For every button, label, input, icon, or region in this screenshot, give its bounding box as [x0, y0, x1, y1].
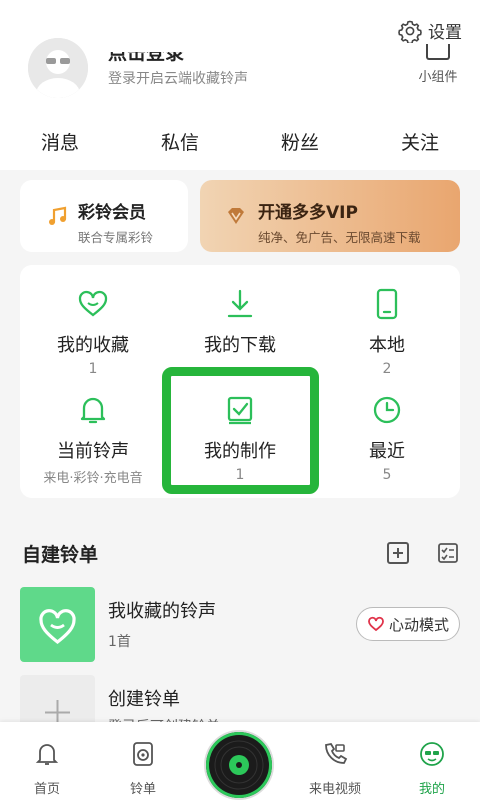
grid-count: 2 — [382, 361, 392, 377]
highlight-box — [162, 367, 319, 494]
clock-icon — [373, 396, 401, 424]
widget-label: 小组件 — [418, 70, 458, 85]
bell-icon — [80, 397, 106, 424]
checklist-icon — [438, 543, 458, 563]
playlist-title[interactable]: 我收藏的铃声 — [108, 597, 216, 623]
tab-home[interactable]: 首页 — [12, 740, 82, 797]
settings-label: 设置 — [428, 23, 462, 43]
member-subtitle: 联合专属彩铃 — [78, 230, 154, 245]
add-playlist-icon[interactable] — [387, 542, 409, 564]
gear-icon — [398, 20, 422, 43]
playlist-count: 1首 — [108, 634, 131, 650]
manage-playlist-icon[interactable] — [437, 542, 459, 564]
vip-card[interactable]: 开通多多VIP 纯净、免广告、无限高速下载 — [200, 180, 460, 252]
avatar[interactable] — [28, 38, 88, 98]
settings-button[interactable]: 设置 — [398, 18, 462, 43]
ringtone-member-card[interactable]: 彩铃会员 联合专属彩铃 — [20, 180, 188, 252]
heart-icon — [368, 616, 384, 632]
tab-label: 来电视频 — [308, 782, 361, 797]
tab-label: 铃单 — [129, 782, 156, 797]
tab-label: 首页 — [33, 782, 60, 797]
tab-playlists[interactable]: 铃单 — [108, 740, 178, 797]
download-icon — [227, 289, 253, 318]
grid-count: 来电·彩铃·充电音 — [43, 471, 143, 486]
profile-icon — [420, 742, 444, 766]
tab-call-video[interactable]: 来电视频 — [300, 740, 370, 797]
grid-label: 本地 — [369, 335, 405, 356]
section-title: 自建铃单 — [22, 544, 99, 566]
avatar-placeholder-icon — [28, 38, 88, 98]
favorites-thumb[interactable] — [20, 587, 95, 662]
plus-icon — [393, 548, 403, 558]
bell-icon — [35, 744, 59, 765]
tab-mine[interactable]: 我的 — [397, 740, 467, 797]
login-subtitle: 登录开启云端收藏铃声 — [108, 71, 248, 87]
grid-item-local[interactable]: 本地 2 — [314, 287, 460, 377]
grid-item-current-ringtone[interactable]: 当前铃声 来电·彩铃·充电音 — [20, 393, 166, 486]
grid-label: 我的下载 — [204, 335, 276, 356]
tab-label: 我的 — [418, 782, 445, 797]
vip-title: 开通多多VIP — [258, 203, 358, 223]
stat-private-messages[interactable]: 私信 — [120, 128, 240, 158]
vinyl-disc-icon — [214, 740, 264, 790]
stats-bar: 消息 私信 粉丝 关注 — [0, 128, 480, 158]
speaker-icon — [133, 742, 153, 766]
stat-following[interactable]: 关注 — [360, 128, 480, 158]
vip-diamond-icon — [228, 208, 244, 224]
member-title: 彩铃会员 — [78, 203, 146, 223]
heart-mode-button[interactable]: 心动模式 — [356, 607, 460, 641]
grid-label: 最近 — [369, 441, 405, 462]
player-disc-button[interactable] — [206, 732, 272, 798]
call-video-icon — [325, 742, 348, 764]
grid-label: 当前铃声 — [57, 441, 129, 462]
widget-button[interactable]: 小组件 — [412, 44, 464, 85]
heart-icon — [39, 609, 76, 645]
create-playlist-title[interactable]: 创建铃单 — [108, 685, 180, 711]
vip-subtitle: 纯净、免广告、无限高速下载 — [258, 230, 421, 245]
grid-item-recent[interactable]: 最近 5 — [314, 393, 460, 483]
heart-icon — [78, 290, 108, 317]
phone-icon — [376, 288, 398, 320]
grid-label: 我的收藏 — [57, 335, 129, 356]
stat-messages[interactable]: 消息 — [0, 128, 120, 158]
heart-mode-label: 心动模式 — [388, 615, 449, 634]
grid-count: 1 — [88, 361, 98, 377]
grid-count: 5 — [382, 467, 392, 483]
music-note-icon — [49, 206, 67, 225]
grid-item-downloads[interactable]: 我的下载 — [167, 287, 313, 361]
grid-item-favorites[interactable]: 我的收藏 1 — [20, 287, 166, 377]
widget-icon — [426, 44, 450, 60]
stat-fans[interactable]: 粉丝 — [240, 128, 360, 158]
